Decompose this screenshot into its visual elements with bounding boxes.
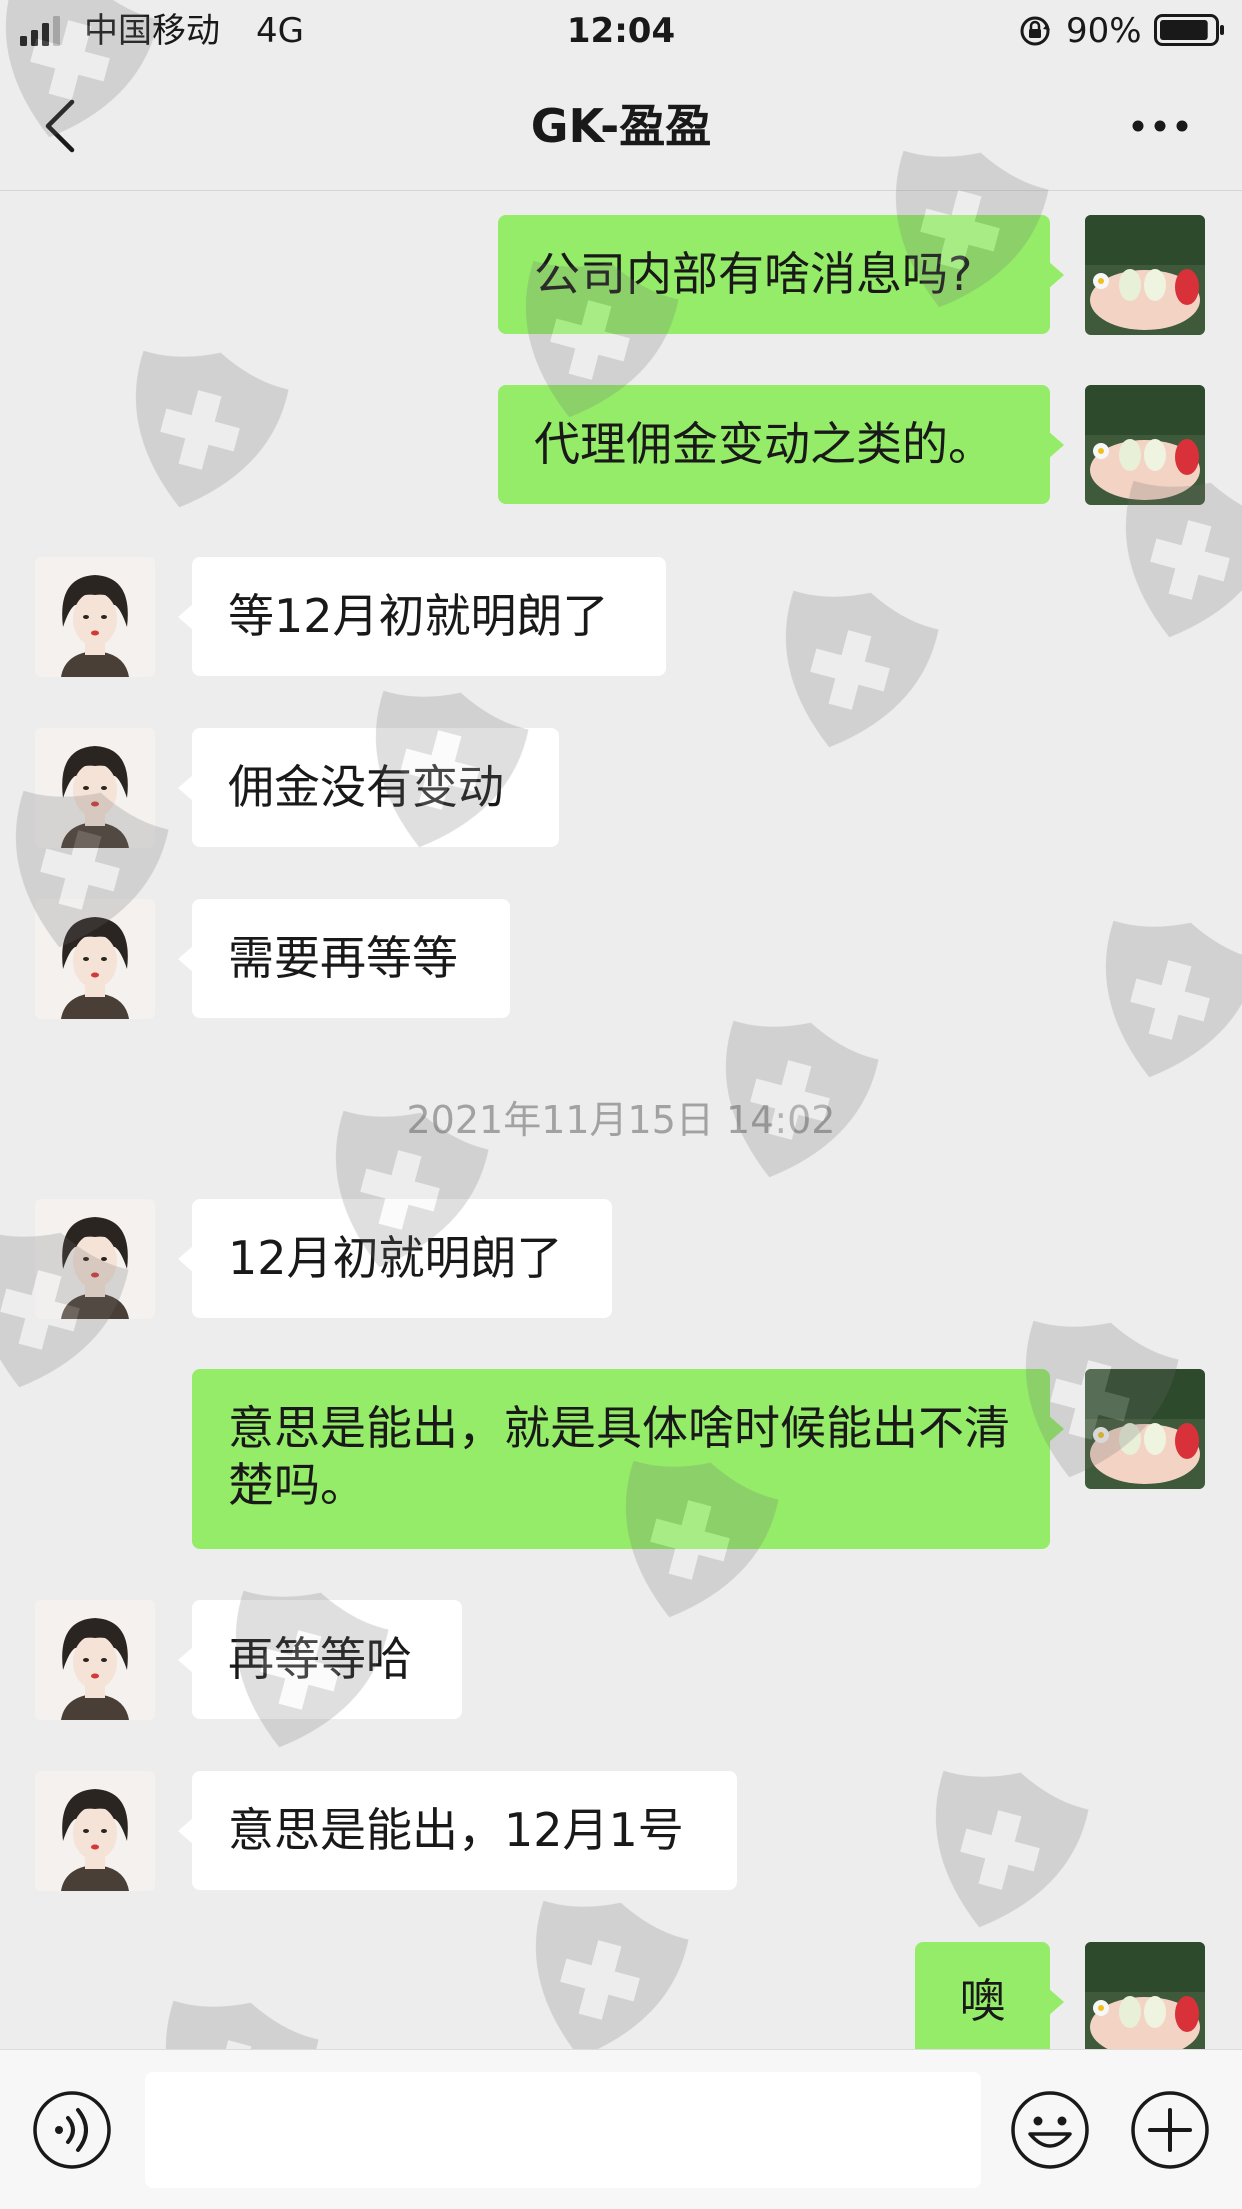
message-text: 公司内部有啥消息吗? [534,247,973,301]
my-avatar[interactable] [1085,385,1205,505]
message-text: 噢 [959,1974,1006,2028]
contact-avatar[interactable] [35,899,155,1019]
message-bubble-received[interactable]: 需要再等等 [178,899,510,1018]
contact-avatar[interactable] [35,1600,155,1720]
message-bubble-received[interactable]: 再等等哈 [178,1600,462,1719]
message-bubble-sent[interactable]: 代理佣金变动之类的。 [498,385,1064,504]
message-list[interactable]: 公司内部有啥消息吗? 代理佣金变动之类的。 等12月初就明朗了 佣金没有变动 需… [0,191,1242,2049]
message-bubble-sent[interactable]: 噢 [915,1942,1064,2049]
message-timestamp: 2021年11月15日 14:02 [406,1098,836,1142]
status-bar: 中国移动 4G 12:04 90% [0,0,1242,62]
chat-header: GK-盈盈 [0,62,1242,191]
message-bubble-received[interactable]: 等12月初就明朗了 [178,557,666,676]
message-text: 再等等哈 [228,1632,412,1686]
message-bubble-sent[interactable]: 意思是能出，就是具体啥时候能出不清楚吗。 [192,1369,1064,1549]
more-dots-icon[interactable] [1130,116,1190,136]
chat-title: GK-盈盈 [530,99,712,153]
contact-avatar[interactable] [35,557,155,677]
my-avatar[interactable] [1085,215,1205,335]
my-avatar[interactable] [1085,1942,1205,2049]
message-text: 代理佣金变动之类的。 [534,417,994,471]
my-avatar[interactable] [1085,1369,1205,1489]
contact-avatar[interactable] [35,1199,155,1319]
message-text: 佣金没有变动 [228,760,504,814]
contact-avatar[interactable] [35,1771,155,1891]
message-text: 意思是能出，就是具体啥时候能出不清楚吗。 [228,1401,1010,1512]
message-bubble-received[interactable]: 意思是能出，12月1号 [178,1771,737,1890]
orientation-lock-icon [1020,16,1050,46]
message-text: 意思是能出，12月1号 [228,1803,684,1857]
input-bar [0,2049,1242,2209]
message-text: 等12月初就明朗了 [228,589,609,643]
message-bubble-sent[interactable]: 公司内部有啥消息吗? [498,215,1064,334]
message-input[interactable] [145,2072,981,2188]
plus-icon[interactable] [1130,2090,1210,2170]
battery-icon [1154,14,1224,46]
message-text: 12月初就明朗了 [228,1231,563,1285]
battery-percent: 90% [1066,11,1142,51]
message-bubble-received[interactable]: 12月初就明朗了 [178,1199,612,1318]
message-bubble-received[interactable]: 佣金没有变动 [178,728,559,847]
message-text: 需要再等等 [228,931,458,985]
clock: 12:04 [566,11,676,51]
emoji-icon[interactable] [1010,2090,1090,2170]
voice-icon[interactable] [32,2090,112,2170]
contact-avatar[interactable] [35,728,155,848]
